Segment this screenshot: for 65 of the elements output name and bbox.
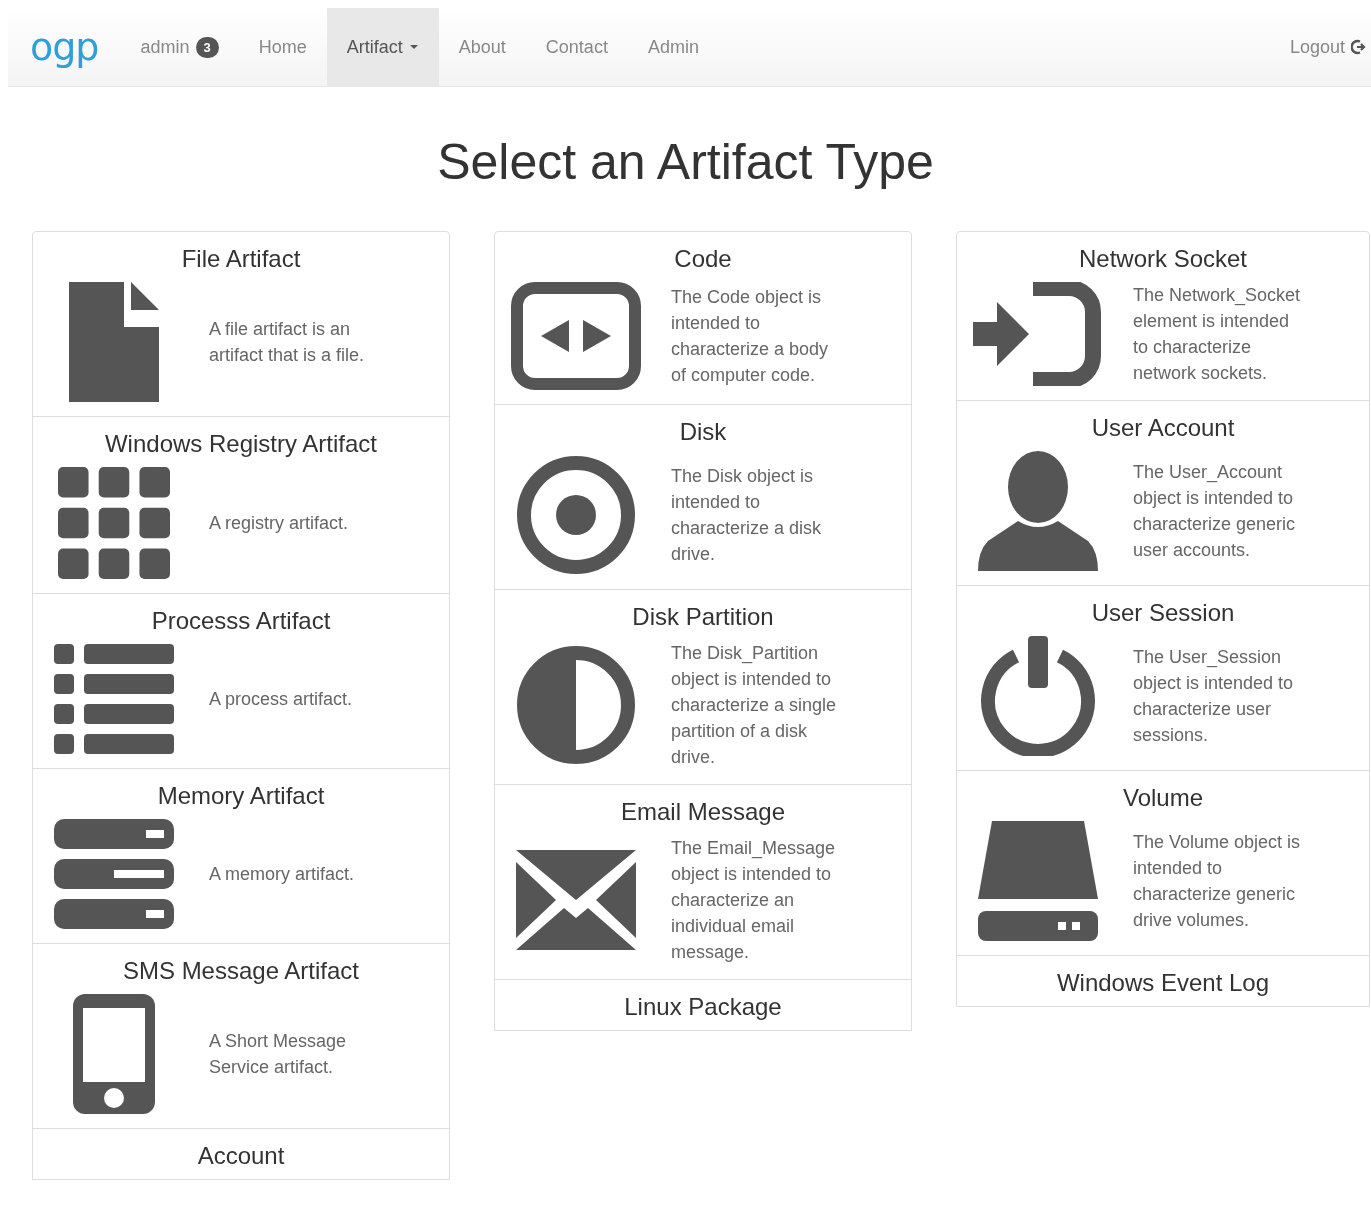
card-description: The Disk_Partition object is intended to characterize a single partition of a disk drive. (671, 642, 838, 769)
artifact-card[interactable]: Disk Partition The Disk_Partition object is intended to characterize a single partition of a disk drive. (495, 590, 911, 785)
target-icon (516, 455, 636, 575)
card-title: Disk (678, 417, 728, 447)
card-title: SMS Message Artifact (121, 956, 361, 986)
envelope-icon (516, 850, 636, 950)
hard-drive-icon (978, 821, 1098, 941)
card-description: The Volume object is intended to characterize generic drive volumes. (1133, 831, 1302, 932)
artifact-card[interactable]: Processs Artifact A process artifact. (33, 594, 449, 769)
list-icon (54, 644, 174, 754)
card-title: User Account (1090, 413, 1236, 443)
artifact-card[interactable]: SMS Message Artifact A Short Message Service artifact. (33, 944, 449, 1129)
grid-icon (58, 467, 170, 579)
file-icon (68, 282, 160, 402)
card-title: Network Socket (1077, 244, 1249, 274)
card-title: Windows Event Log (1055, 968, 1271, 998)
nav-link[interactable]: Admin (627, 8, 719, 86)
card-title: Memory Artifact (156, 781, 326, 811)
card-description: The Network_Socket element is intended to characterize network sockets. (1133, 284, 1302, 385)
login-icon (973, 282, 1103, 386)
card-title: Code (673, 244, 733, 274)
card-description: A Short Message Service artifact. (209, 1030, 348, 1079)
artifact-card[interactable]: Linux Package (495, 980, 911, 1030)
card-description: The User_Session object is intended to characterize user sessions. (1133, 646, 1295, 747)
artifact-card[interactable]: Memory Artifact A memory artifact. (33, 769, 449, 944)
card-title: Windows Registry Artifact (103, 429, 379, 459)
card-description: A file artifact is an artifact that is a file. (209, 318, 366, 367)
artifact-card[interactable]: Email Message The Email_Message object is intended to characterize an individual email message. (495, 785, 911, 980)
logout-icon (1351, 39, 1367, 55)
card-title: Email Message (619, 797, 787, 827)
artifact-card[interactable]: User Account The User_Account object is intended to characterize generic user accounts. (957, 401, 1369, 586)
card-description: The Code object is intended to characterize a body of computer code. (671, 286, 830, 387)
card-description: A process artifact. (209, 688, 354, 711)
card-description: A registry artifact. (209, 512, 350, 535)
server-stack-icon (54, 819, 174, 929)
artifact-card[interactable]: Disk The Disk object is intended to characterize a disk drive. (495, 405, 911, 590)
card-description: The User_Account object is intended to characterize generic user accounts. (1133, 461, 1297, 562)
caret-icon (408, 44, 419, 50)
card-title: Processs Artifact (150, 606, 332, 636)
mobile-phone-icon (73, 994, 155, 1114)
artifact-card[interactable]: Network Socket The Network_Socket element is intended to characterize network sockets. (957, 232, 1369, 401)
card-description: The Disk object is intended to characterize a disk drive. (671, 465, 823, 566)
user-menu[interactable]: admin 3 (120, 8, 239, 86)
card-description: A memory artifact. (209, 863, 356, 886)
card-title: Linux Package (623, 992, 783, 1022)
artifact-card[interactable]: Account (33, 1129, 449, 1179)
card-title: Disk Partition (631, 602, 775, 632)
card-title: User Session (1090, 598, 1236, 628)
user-icon (978, 451, 1098, 571)
artifact-card[interactable]: File Artifact A file artifact is an artifact that is a file. (33, 232, 449, 417)
power-icon (978, 636, 1098, 756)
card-title: File Artifact (180, 244, 302, 274)
card-title: Volume (1121, 783, 1205, 813)
half-circle-icon (516, 645, 636, 765)
artifact-card[interactable]: Windows Registry Artifact A registry artifact. (33, 417, 449, 594)
card-description: The Email_Message object is intended to characterize an individual email message. (671, 837, 837, 964)
artifact-card[interactable]: Windows Event Log (957, 956, 1369, 1006)
code-icon (511, 282, 641, 390)
artifact-card[interactable]: User Session The User_Session object is intended to characterize user sessions. (957, 586, 1369, 771)
count-badge: 3 (195, 36, 219, 58)
nav-link[interactable]: Artifact (326, 8, 439, 86)
artifact-card[interactable]: Volume The Volume object is intended to characterize generic drive volumes. (957, 771, 1369, 956)
artifact-card[interactable]: Code The Code object is intended to characterize a body of computer code. (495, 232, 911, 405)
page-heading: Select an Artifact Type (436, 133, 935, 191)
card-title: Account (196, 1141, 286, 1171)
